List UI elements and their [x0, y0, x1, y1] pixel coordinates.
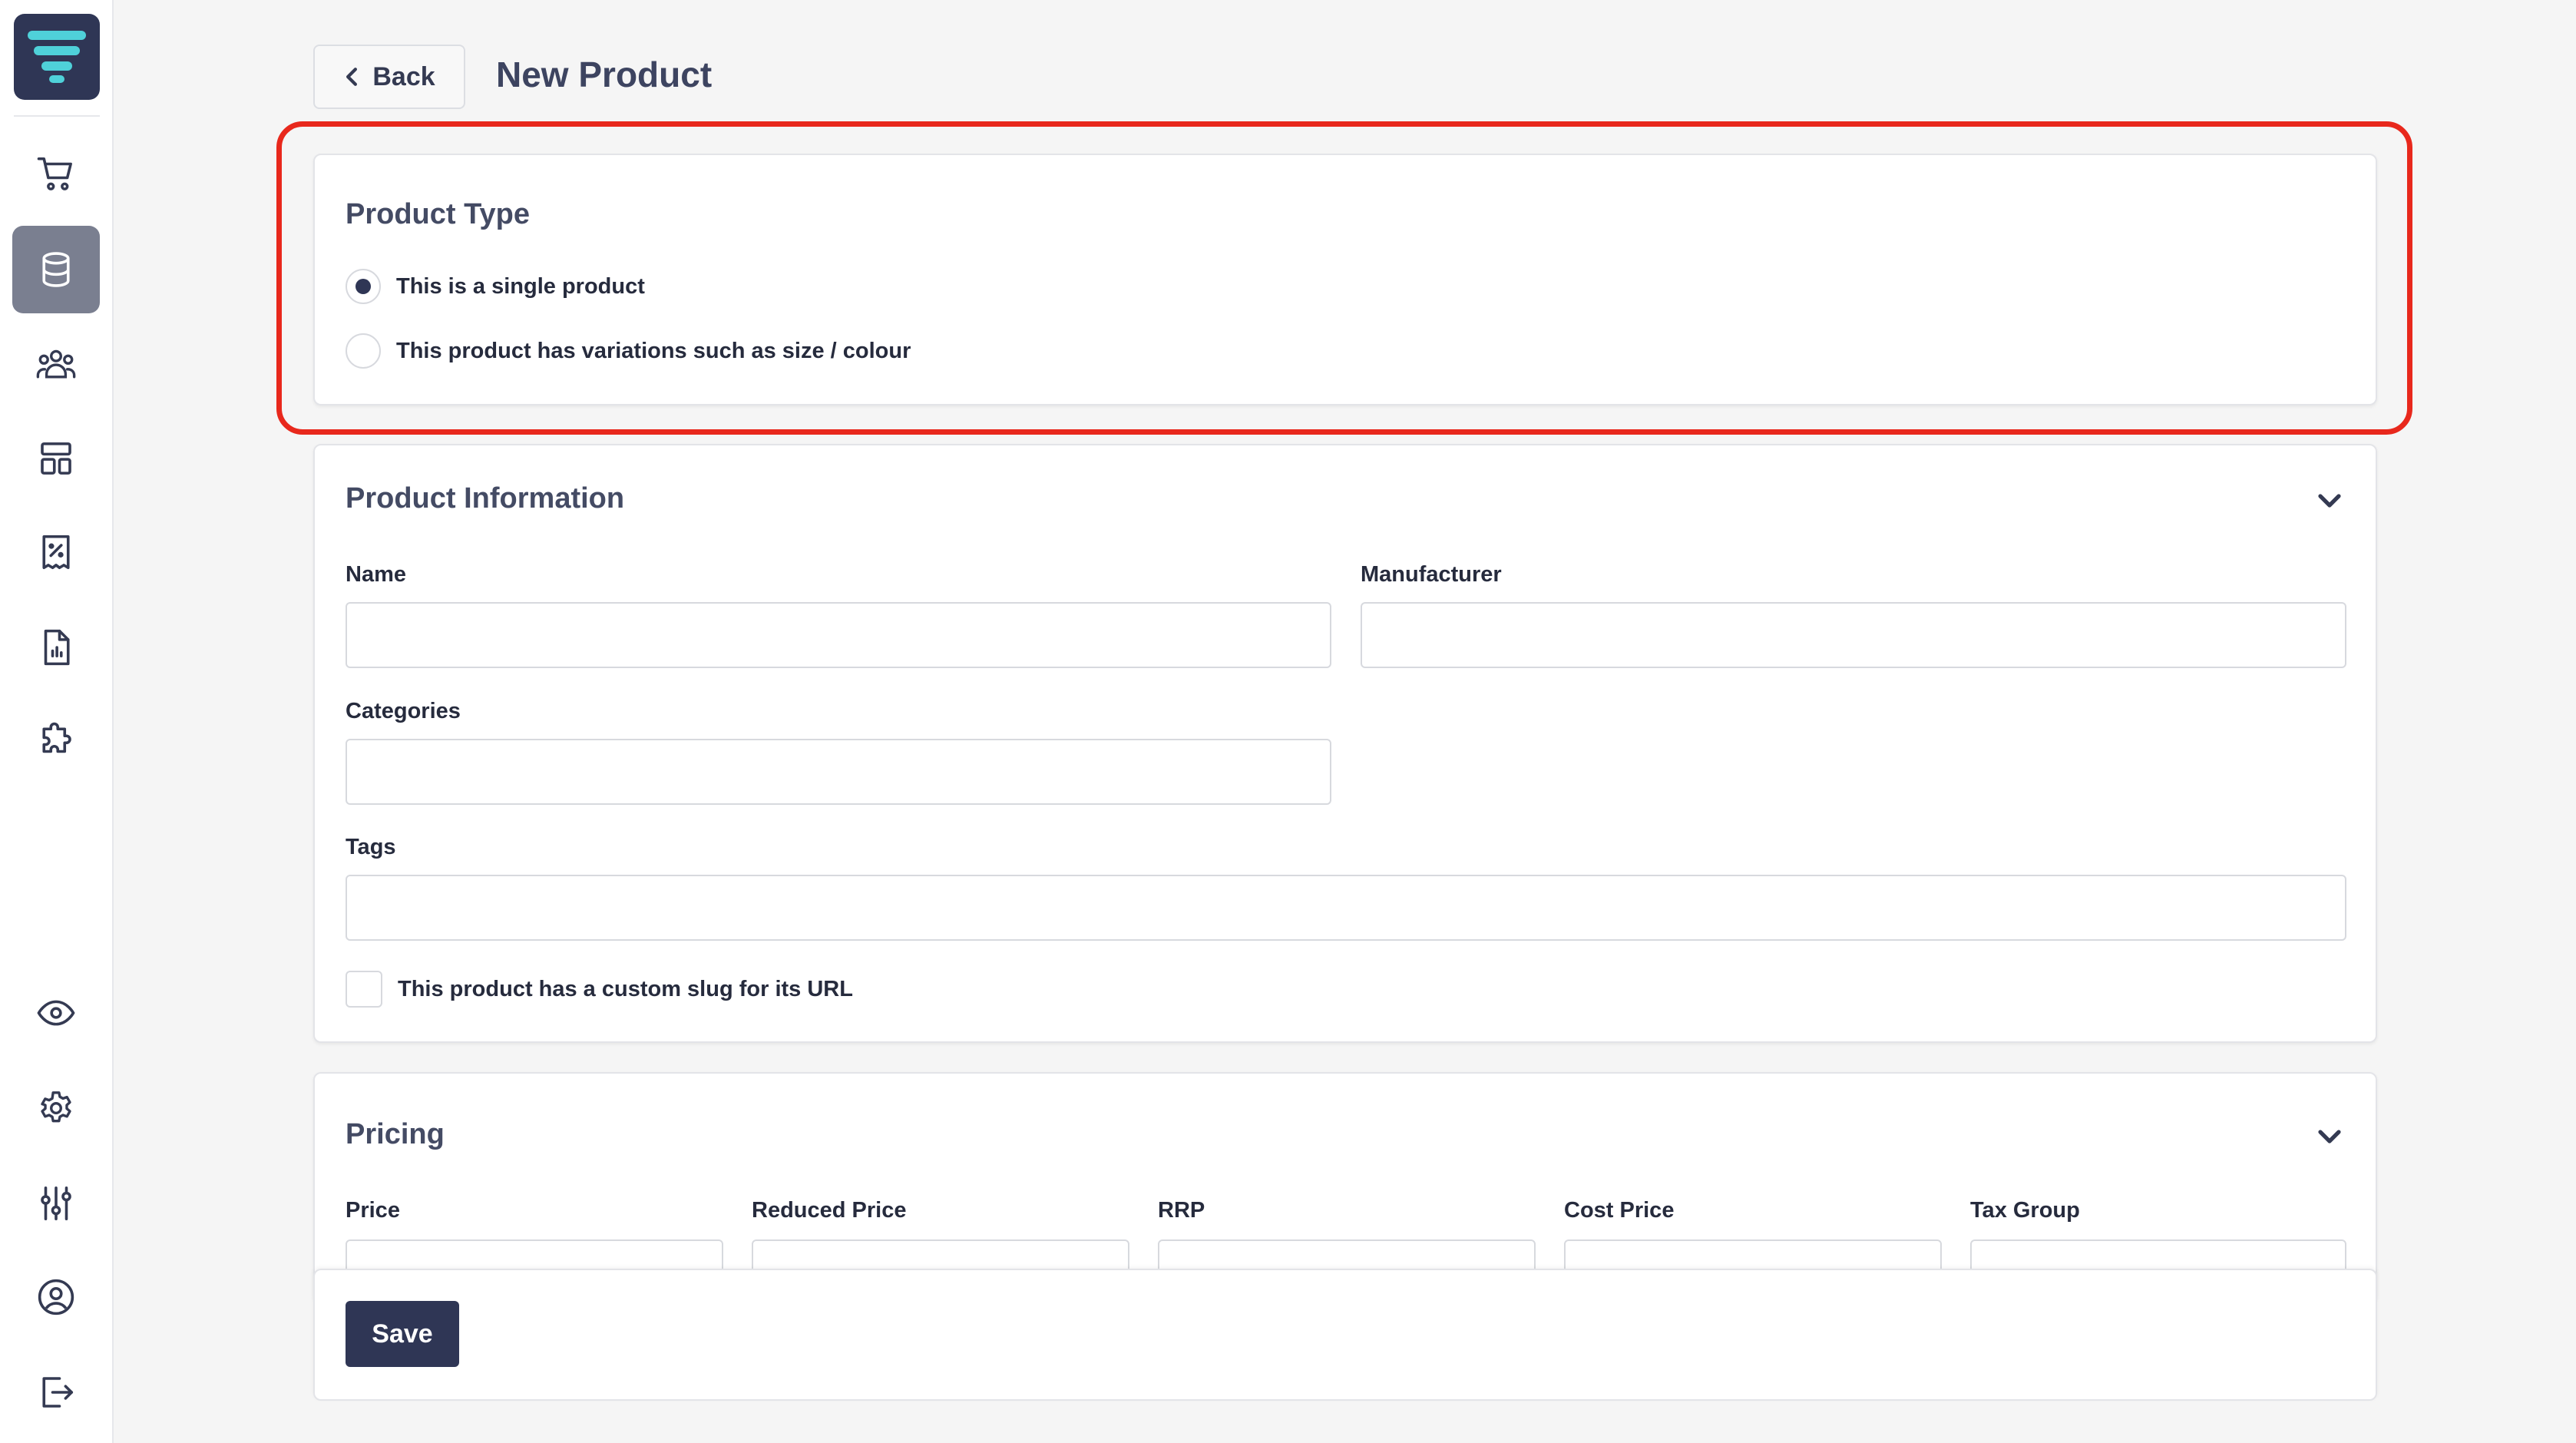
manufacturer-field[interactable] — [1361, 602, 2346, 668]
sidebar-item-products[interactable] — [12, 226, 100, 313]
eye-icon — [37, 1000, 75, 1026]
chevron-down-icon[interactable] — [2314, 485, 2345, 516]
sidebar-item-preferences[interactable] — [12, 1160, 100, 1247]
product-info-title: Product Information — [346, 482, 625, 515]
sidebar-item-reports[interactable] — [12, 604, 100, 691]
sidebar-divider — [14, 115, 100, 117]
categories-label: Categories — [346, 699, 461, 723]
tags-field[interactable] — [346, 875, 2346, 941]
save-button[interactable]: Save — [346, 1301, 459, 1367]
tags-label: Tags — [346, 835, 396, 859]
sidebar-item-logout[interactable] — [12, 1349, 100, 1436]
pricing-card: Pricing Price Reduced Price RRP Cost Pri… — [313, 1072, 2377, 1302]
custom-slug-checkbox[interactable] — [346, 971, 382, 1008]
radio-single-product-label: This is a single product — [396, 273, 645, 299]
price-label: Price — [346, 1198, 400, 1223]
save-footer: Save — [313, 1269, 2377, 1401]
page-title: New Product — [496, 55, 713, 94]
radio-single-product[interactable]: This is a single product — [346, 269, 645, 304]
sidebar-item-customers[interactable] — [12, 321, 100, 409]
logout-icon — [42, 1377, 74, 1408]
database-icon — [42, 252, 70, 287]
product-type-title: Product Type — [346, 198, 530, 230]
sidebar-item-view-store[interactable] — [12, 969, 100, 1057]
layout-icon — [41, 442, 71, 475]
users-icon — [36, 349, 76, 379]
cost-price-label: Cost Price — [1564, 1198, 1675, 1223]
sidebar-item-extensions[interactable] — [12, 697, 100, 785]
custom-slug-label: This product has a custom slug for its U… — [398, 976, 853, 1001]
cart-icon — [37, 157, 72, 190]
sidebar — [0, 0, 114, 1443]
chevron-down-icon[interactable] — [2314, 1121, 2345, 1152]
categories-field[interactable] — [346, 739, 1331, 805]
reduced-price-label: Reduced Price — [752, 1198, 907, 1223]
sidebar-item-layout[interactable] — [12, 415, 100, 502]
puzzle-icon — [42, 722, 71, 753]
report-icon — [44, 629, 70, 666]
tax-group-label: Tax Group — [1970, 1198, 2080, 1223]
sliders-icon — [41, 1186, 71, 1221]
user-circle-icon — [38, 1279, 74, 1316]
back-button-label: Back — [372, 61, 435, 91]
custom-slug-option[interactable]: This product has a custom slug for its U… — [346, 971, 853, 1008]
radio-button-selected[interactable] — [346, 269, 381, 304]
back-button[interactable]: Back — [313, 45, 465, 109]
rrp-label: RRP — [1158, 1198, 1205, 1223]
gear-icon — [41, 1091, 71, 1123]
product-type-card: Product Type This is a single product Th… — [313, 154, 2377, 405]
sidebar-item-orders[interactable] — [12, 131, 100, 218]
manufacturer-label: Manufacturer — [1361, 562, 1502, 587]
sidebar-item-account[interactable] — [12, 1253, 100, 1341]
receipt-percent-icon — [42, 535, 70, 570]
radio-button[interactable] — [346, 333, 381, 369]
radio-variations-product[interactable]: This product has variations such as size… — [346, 333, 911, 369]
pricing-title: Pricing — [346, 1118, 445, 1150]
chevron-left-icon — [346, 68, 358, 86]
sidebar-item-discounts[interactable] — [12, 508, 100, 596]
name-field[interactable] — [346, 602, 1331, 668]
radio-variations-product-label: This product has variations such as size… — [396, 338, 911, 363]
logo-icon — [28, 31, 86, 83]
app-logo[interactable] — [14, 14, 100, 100]
product-info-card: Product Information Name Manufacturer Ca… — [313, 444, 2377, 1043]
name-label: Name — [346, 562, 406, 587]
sidebar-item-settings[interactable] — [12, 1064, 100, 1152]
